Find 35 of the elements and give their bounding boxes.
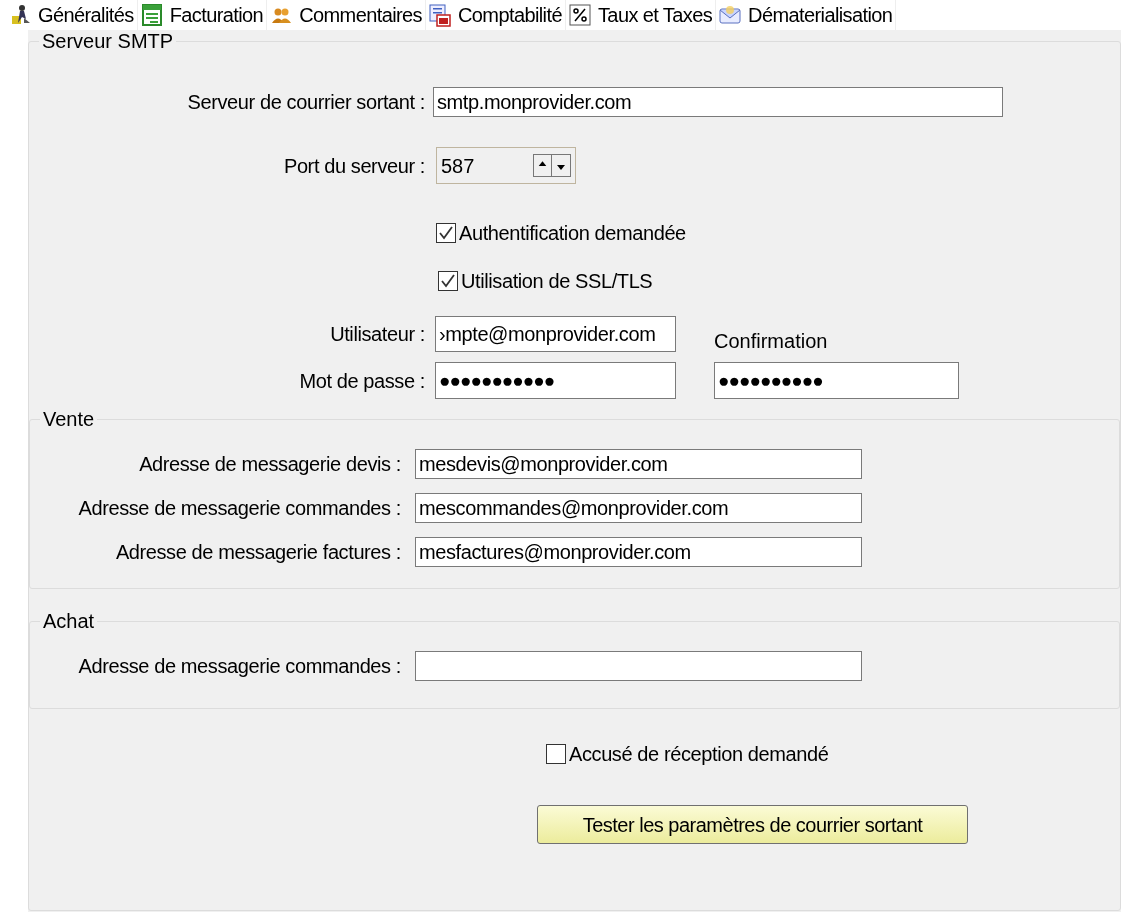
calendar-icon <box>428 3 452 27</box>
test-button[interactable]: Tester les paramètres de courrier sortant <box>537 805 968 844</box>
input-field[interactable]: ›mpte@monprovider.com <box>435 316 676 352</box>
input-field[interactable]: mesfactures@monprovider.com <box>415 537 862 567</box>
group-title: Serveur SMTP <box>41 31 175 51</box>
checkbox[interactable] <box>438 271 458 291</box>
group-title: Vente <box>42 409 96 429</box>
checkbox-label: Accusé de réception demandé <box>569 742 829 767</box>
input-field[interactable]: smtp.monprovider.com <box>433 87 1003 117</box>
field-label: Adresse de messagerie factures : <box>114 540 401 565</box>
spin-box[interactable]: 587 <box>436 147 576 184</box>
group-title: Achat <box>42 611 96 631</box>
field-label: Mot de passe : <box>298 368 425 394</box>
form-icon <box>139 3 164 27</box>
field-label: Confirmation <box>714 329 828 354</box>
input-field[interactable] <box>415 651 862 681</box>
field-label: Adresse de messagerie commandes : <box>77 654 401 679</box>
field-label: Adresse de messagerie devis : <box>138 452 401 477</box>
checkbox[interactable] <box>546 744 566 764</box>
percent-icon <box>567 3 592 27</box>
password-field[interactable]: ●●●●●●●●●● <box>714 362 959 399</box>
field-label: Serveur de courrier sortant : <box>186 90 425 115</box>
input-field[interactable]: mescommandes@monprovider.com <box>415 493 862 523</box>
field-label: Utilisateur : <box>329 322 425 347</box>
field-label: Adresse de messagerie commandes : <box>77 496 401 521</box>
field-value: 587 <box>441 153 476 179</box>
envelope-icon <box>718 3 743 27</box>
field-label: Port du serveur : <box>282 153 425 179</box>
password-field[interactable]: ●●●●●●●●●●● <box>435 362 676 399</box>
checkbox-label: Authentification demandée <box>459 221 686 246</box>
tab[interactable]: Comptabilité <box>426 0 566 30</box>
checkbox-label: Utilisation de SSL/TLS <box>461 269 653 294</box>
tab[interactable]: Dématerialisation <box>716 0 897 30</box>
checkbox[interactable] <box>436 223 456 243</box>
input-field[interactable]: mesdevis@monprovider.com <box>415 449 862 479</box>
